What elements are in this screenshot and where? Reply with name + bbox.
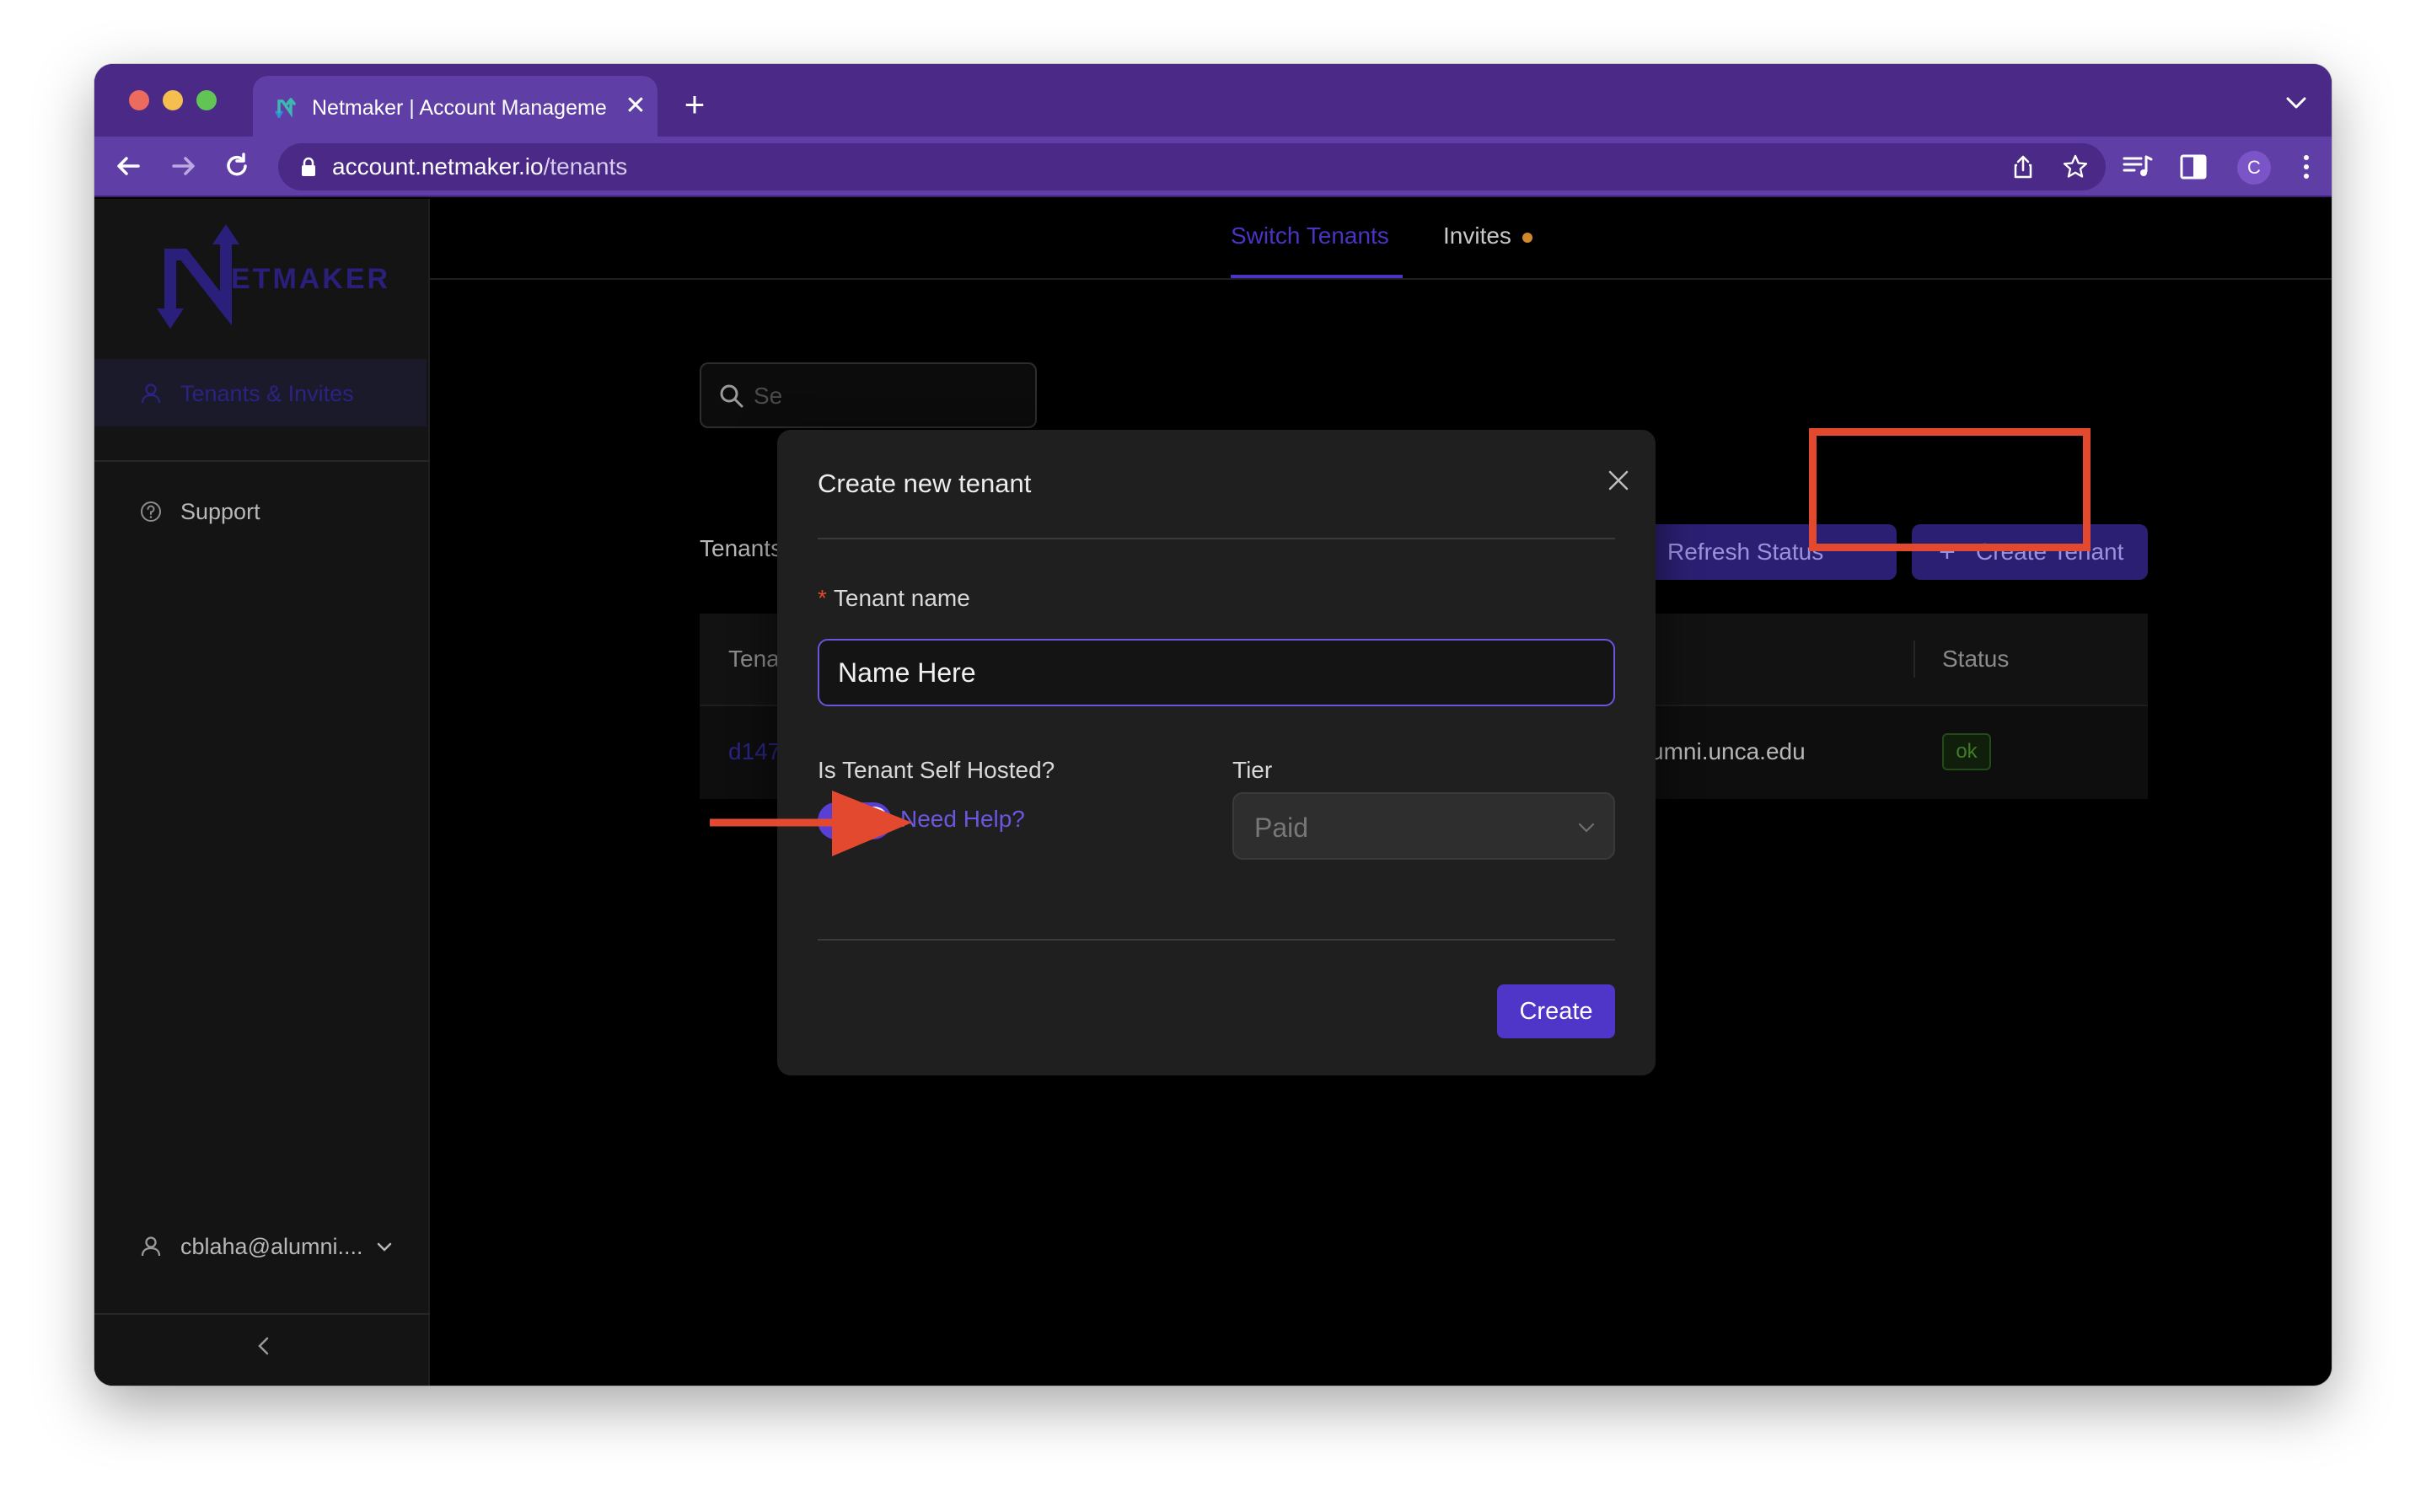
- tenant-id-link[interactable]: d147: [728, 737, 781, 767]
- collapse-sidebar-chevron-icon[interactable]: [251, 1333, 276, 1359]
- address-bar[interactable]: account.netmaker.io/tenants: [278, 143, 2106, 190]
- url-path: /tenants: [543, 153, 628, 180]
- url-text: account.netmaker.io/tenants: [332, 153, 627, 181]
- tenants-section-label: Tenants: [700, 535, 783, 561]
- modal-header-divider: [818, 538, 1615, 539]
- user-icon: [141, 383, 161, 404]
- tab-invites[interactable]: Invites: [1443, 221, 1511, 251]
- back-arrow-icon[interactable]: [110, 147, 148, 185]
- column-header-status: Status: [1942, 646, 2010, 672]
- tenant-owner: umni.unca.edu: [1650, 738, 1806, 764]
- search-icon: [720, 384, 743, 408]
- new-tab-button[interactable]: +: [676, 87, 713, 125]
- modal-title: Create new tenant: [818, 469, 1032, 498]
- more-menu-icon[interactable]: [2289, 150, 2323, 184]
- tenant-name-label-text: Tenant name: [833, 585, 970, 611]
- profile-avatar[interactable]: C: [2237, 151, 2271, 185]
- tenant-search-input[interactable]: Se: [700, 362, 1037, 428]
- media-controls-icon[interactable]: [2121, 150, 2155, 184]
- tier-selected-value: Paid: [1254, 812, 1309, 843]
- tier-label: Tier: [1232, 757, 1273, 783]
- reload-icon[interactable]: [217, 147, 256, 185]
- sidebar: ETMAKER Tenants & Invites Support cblaha…: [94, 199, 430, 1386]
- chevron-down-icon: [377, 1242, 392, 1252]
- lock-icon: [302, 157, 315, 176]
- tab-title: Netmaker | Account Management: [312, 96, 607, 120]
- share-icon[interactable]: [2010, 153, 2037, 180]
- netmaker-favicon-icon: [275, 98, 296, 118]
- chevron-down-icon: [1578, 823, 1595, 833]
- url-host: account.netmaker.io: [332, 153, 544, 180]
- create-tenant-modal: Create new tenant *Tenant name Is Tenant…: [777, 430, 1656, 1075]
- column-separator: [1913, 641, 1915, 678]
- annotation-arrow-icon: [710, 791, 912, 856]
- browser-window: Netmaker | Account Management ✕ + accoun…: [94, 64, 2332, 1386]
- sidebar-divider: [94, 1313, 430, 1315]
- sidebar-item-label: Support: [180, 499, 260, 524]
- sidebar-item-label: Tenants & Invites: [180, 381, 354, 406]
- side-panel-icon[interactable]: [2176, 150, 2210, 184]
- browser-tab-bar: Netmaker | Account Management ✕ +: [94, 64, 2332, 137]
- need-help-link[interactable]: Need Help?: [900, 804, 1025, 834]
- account-email: cblaha@alumni....: [180, 1234, 363, 1259]
- tab-switch-tenants[interactable]: Switch Tenants: [1231, 221, 1389, 251]
- tab-close-icon[interactable]: ✕: [620, 91, 651, 121]
- tab-search-chevron-icon[interactable]: [2283, 93, 2310, 113]
- topnav-divider: [430, 278, 2332, 280]
- zoom-window-button[interactable]: [196, 90, 217, 110]
- tier-select[interactable]: Paid: [1232, 792, 1615, 860]
- create-button[interactable]: Create: [1497, 984, 1615, 1038]
- forward-arrow-icon[interactable]: [164, 147, 202, 185]
- tenant-name-input[interactable]: [818, 639, 1615, 706]
- search-placeholder: Se: [754, 383, 783, 409]
- modal-footer-divider: [818, 939, 1615, 941]
- app-page: ETMAKER Tenants & Invites Support cblaha…: [94, 199, 2332, 1386]
- account-menu[interactable]: cblaha@alumni....: [94, 1222, 427, 1273]
- netmaker-logo[interactable]: ETMAKER: [143, 221, 388, 330]
- sidebar-divider: [94, 460, 430, 462]
- bookmark-star-icon[interactable]: [2062, 153, 2089, 180]
- tenant-name-label: * Tenant name: [818, 583, 970, 614]
- logo-text: ETMAKER: [231, 263, 388, 295]
- browser-tab[interactable]: Netmaker | Account Management ✕: [253, 76, 657, 137]
- sidebar-item-support[interactable]: Support: [94, 487, 427, 538]
- close-window-button[interactable]: [129, 90, 149, 110]
- invites-notification-dot: [1522, 233, 1532, 243]
- sidebar-item-tenants-invites[interactable]: Tenants & Invites: [94, 359, 427, 426]
- column-header-tenant: Tena: [728, 646, 780, 672]
- annotation-highlight-box: [1809, 428, 2091, 551]
- self-hosted-label: Is Tenant Self Hosted?: [818, 757, 1055, 783]
- required-mark: *: [818, 585, 827, 611]
- browser-toolbar: account.netmaker.io/tenants C: [94, 137, 2332, 197]
- minimize-window-button[interactable]: [163, 90, 183, 110]
- help-circle-icon: [141, 501, 161, 522]
- close-icon[interactable]: [1602, 464, 1635, 497]
- user-icon: [141, 1236, 161, 1257]
- status-badge: ok: [1942, 733, 1991, 770]
